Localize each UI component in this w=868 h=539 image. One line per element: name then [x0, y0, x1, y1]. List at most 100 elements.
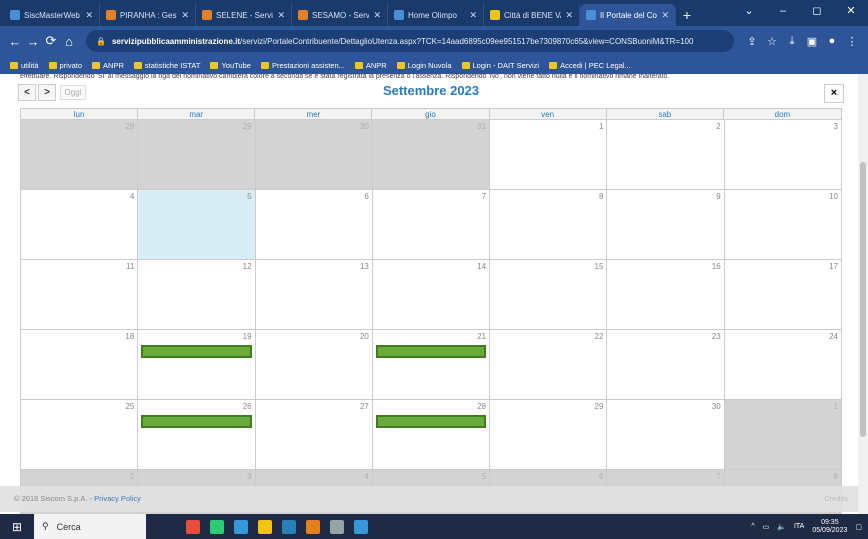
scrollbar-thumb[interactable]	[860, 162, 866, 437]
bookmark-item[interactable]: YouTube	[210, 61, 251, 70]
url-field[interactable]: 🔒 servizipubblicaamministrazione.it /ser…	[86, 30, 734, 52]
calendar-day[interactable]: 30	[255, 120, 373, 190]
browser-tab[interactable]: Home Olimpo ✕	[388, 4, 484, 26]
forward-icon[interactable]: →	[24, 34, 42, 49]
notifications-icon[interactable]: ▢	[855, 523, 862, 531]
profile-icon[interactable]: ●	[822, 35, 842, 47]
maximize-button[interactable]: ◻	[800, 0, 834, 26]
calendar-day[interactable]: 10	[724, 190, 842, 260]
bookmark-item[interactable]: Login Nuvola	[396, 61, 452, 70]
tab-close-icon[interactable]: ✕	[277, 10, 285, 21]
calendar-day[interactable]: 8	[490, 190, 608, 260]
calendar-day[interactable]: 19	[138, 330, 256, 400]
bookmark-item[interactable]: utilità	[10, 61, 39, 70]
calendar-day[interactable]: 29	[138, 120, 256, 190]
calendar-day[interactable]: 21	[372, 330, 491, 400]
tab-close-icon[interactable]: ✕	[373, 10, 381, 21]
browser-tab[interactable]: SiscMasterWeb - Si ✕	[4, 4, 100, 26]
calendar-day[interactable]: 2	[607, 120, 725, 190]
browser-tab[interactable]: SESAMO - Servizi D✕	[292, 4, 388, 26]
calendar-day[interactable]: 3	[724, 120, 842, 190]
calendar-day[interactable]: 1	[724, 400, 842, 470]
back-icon[interactable]: ←	[6, 34, 24, 49]
windows-start-icon[interactable]: ⊞	[0, 520, 34, 534]
volume-icon[interactable]: 🔈	[777, 523, 786, 531]
calendar-day[interactable]: 26	[138, 400, 256, 470]
calendar-event[interactable]	[141, 345, 252, 358]
calendar-day[interactable]: 14	[372, 260, 491, 330]
download-icon[interactable]: ⤓	[782, 35, 802, 48]
calendar-day[interactable]: 6	[255, 190, 373, 260]
bookmark-item[interactable]: ANPR	[354, 61, 387, 70]
tray-chevron-icon[interactable]: ^	[751, 523, 754, 530]
bookmark-item[interactable]: statistiche ISTAT	[133, 61, 200, 70]
new-tab-button[interactable]: +	[676, 4, 698, 26]
taskbar-app-icon[interactable]	[354, 519, 368, 534]
calendar-day[interactable]: 30	[607, 400, 725, 470]
calendar-day[interactable]: 11	[21, 260, 139, 330]
clock[interactable]: 09:35 05/09/2023	[812, 519, 847, 535]
language-indicator[interactable]: ITA	[794, 523, 804, 530]
calendar-day[interactable]: 12	[138, 260, 256, 330]
calendar-day[interactable]: 22	[490, 330, 608, 400]
privacy-policy-link[interactable]: Privacy Policy	[94, 494, 141, 503]
calendar-day[interactable]: 28	[21, 120, 139, 190]
page-scrollbar[interactable]	[858, 74, 868, 514]
taskbar-app-icon[interactable]	[258, 519, 272, 534]
calendar-event[interactable]	[141, 415, 252, 428]
browser-tab[interactable]: SELENE - Servizi De ✕	[196, 4, 292, 26]
calendar-day[interactable]: 17	[724, 260, 842, 330]
network-icon[interactable]: ▭	[763, 523, 770, 531]
browser-tab[interactable]: Città di BENE VAGI ✕	[484, 4, 580, 26]
bookmark-item[interactable]: Login - DAIT Servizi	[461, 61, 539, 70]
calendar-day[interactable]: 28	[372, 400, 491, 470]
tab-close-icon[interactable]: ✕	[469, 10, 477, 21]
calendar-day[interactable]: 9	[607, 190, 725, 260]
bookmark-star-icon[interactable]: ☆	[762, 35, 782, 48]
taskbar-app-icon[interactable]	[306, 519, 320, 534]
taskbar-app-icon[interactable]	[330, 519, 344, 534]
tab-search-icon[interactable]: ⌄	[732, 0, 766, 26]
tab-close-icon[interactable]: ✕	[661, 10, 669, 21]
taskbar-app-icon[interactable]	[210, 519, 224, 534]
bookmark-item[interactable]: privato	[48, 61, 82, 70]
calendar-day[interactable]: 15	[490, 260, 608, 330]
calendar-day[interactable]: 24	[724, 330, 842, 400]
home-icon[interactable]: ⌂	[60, 34, 78, 49]
calendar-day[interactable]: 25	[21, 400, 139, 470]
close-calendar-button[interactable]: ×	[824, 84, 844, 103]
taskbar-search[interactable]: ⚲ Cerca	[34, 514, 146, 539]
taskbar-app-icon[interactable]	[234, 519, 248, 534]
sidebar-icon[interactable]: ▣	[802, 35, 822, 48]
calendar-day[interactable]: 5	[138, 190, 256, 260]
calendar-day[interactable]: 29	[490, 400, 608, 470]
calendar-day[interactable]: 13	[255, 260, 373, 330]
browser-tab[interactable]: PIRANHA : Gestione✕	[100, 4, 196, 26]
bookmark-item[interactable]: Prestazioni assisten...	[260, 61, 345, 70]
calendar-day[interactable]: 4	[21, 190, 139, 260]
tab-close-icon[interactable]: ✕	[565, 10, 573, 21]
share-icon[interactable]: ⇪	[742, 35, 762, 48]
bookmark-item[interactable]: ANPR	[92, 61, 124, 70]
calendar-event[interactable]	[375, 415, 487, 428]
credits-link[interactable]: Credits	[824, 486, 848, 512]
browser-tab[interactable]: Il Portale del Contr ✕	[580, 4, 676, 26]
tab-close-icon[interactable]: ✕	[85, 10, 93, 21]
calendar-day[interactable]: 20	[255, 330, 373, 400]
calendar-day[interactable]: 16	[607, 260, 725, 330]
calendar-day[interactable]: 31	[372, 120, 491, 190]
bookmark-item[interactable]: Accedi | PEC Legal...	[549, 61, 631, 70]
calendar-day[interactable]: 23	[607, 330, 725, 400]
minimize-button[interactable]: –	[766, 0, 800, 26]
close-window-button[interactable]: ✕	[834, 0, 868, 26]
calendar-day[interactable]: 7	[372, 190, 491, 260]
calendar-day[interactable]: 27	[255, 400, 373, 470]
taskbar-app-icon[interactable]	[282, 519, 296, 534]
menu-icon[interactable]: ⋮	[842, 35, 862, 48]
calendar-day[interactable]: 1	[490, 120, 608, 190]
taskbar-app-icon[interactable]	[186, 519, 200, 534]
calendar-event[interactable]	[375, 345, 487, 358]
reload-icon[interactable]: ⟳	[42, 33, 60, 49]
tab-close-icon[interactable]: ✕	[181, 10, 189, 21]
calendar-day[interactable]: 18	[21, 330, 139, 400]
